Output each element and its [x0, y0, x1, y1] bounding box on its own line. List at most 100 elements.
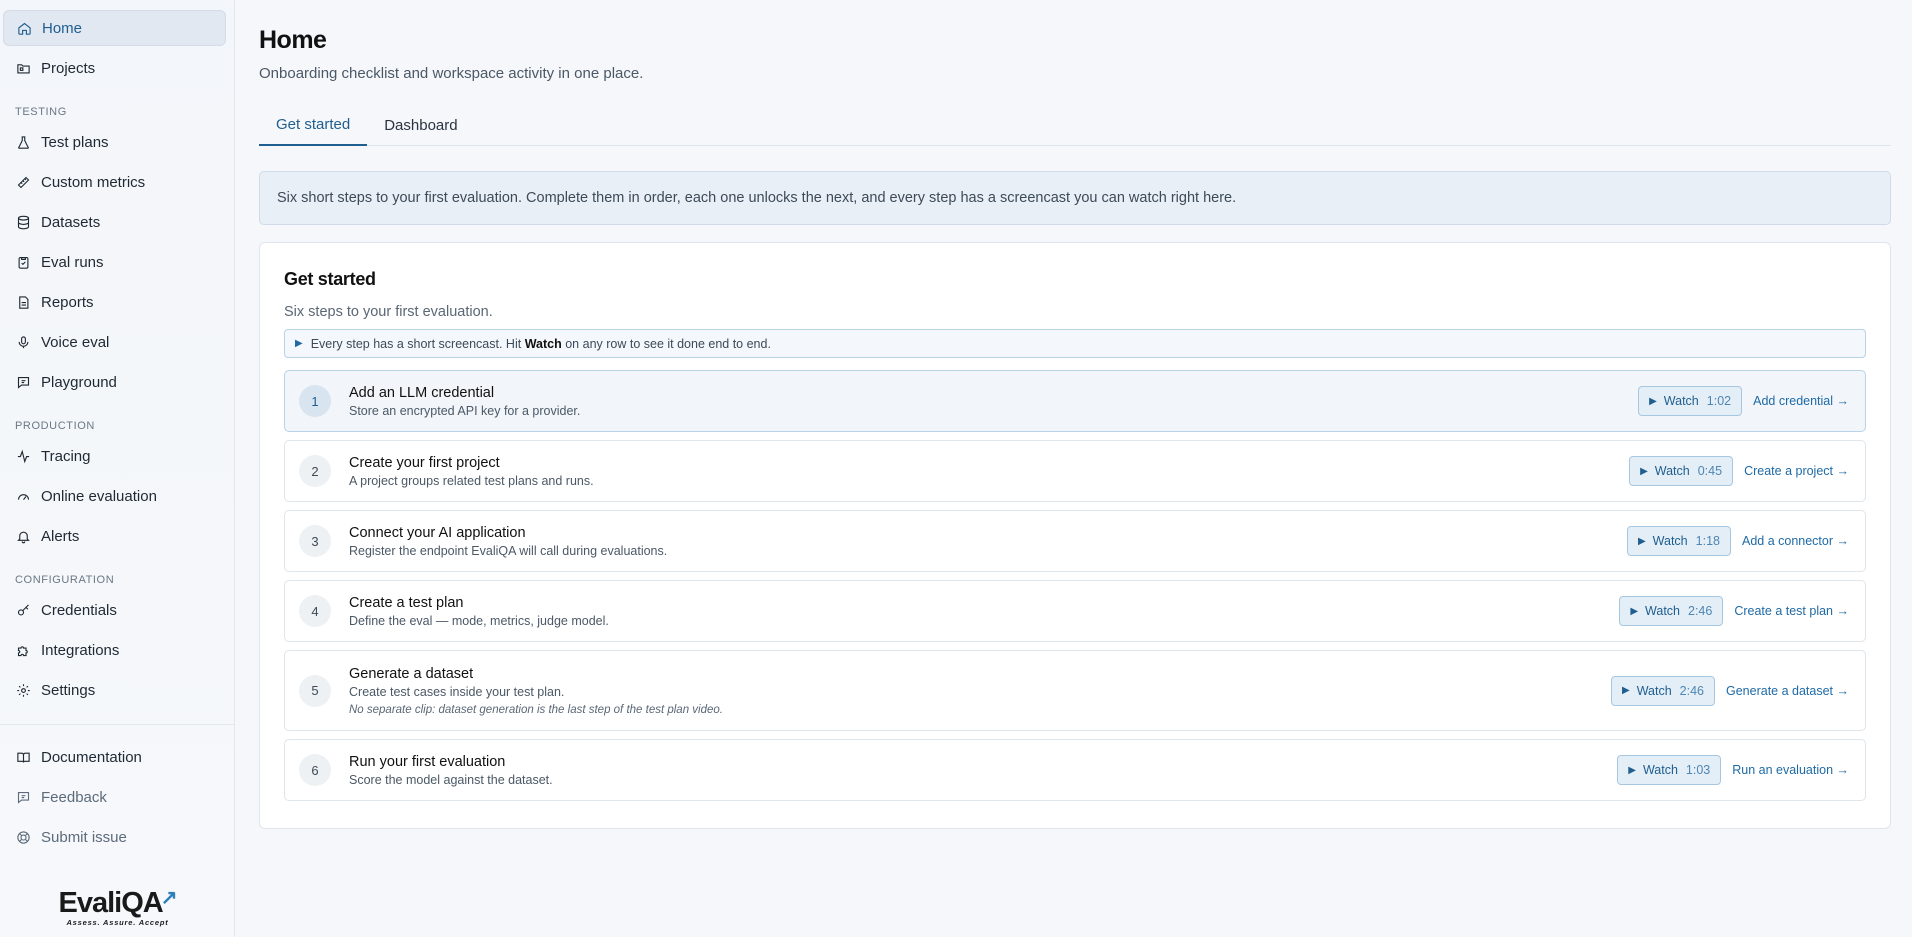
- sidebar-item-credentials[interactable]: Credentials: [3, 592, 226, 628]
- step-title: Create your first project: [349, 454, 500, 471]
- sidebar-item-label: Integrations: [41, 641, 120, 659]
- step-description: Score the model against the dataset.: [349, 772, 553, 787]
- ruler-icon: [15, 174, 31, 190]
- watch-button[interactable]: ▶ Watch 2:46: [1610, 675, 1715, 706]
- step-action-link[interactable]: Create a project →: [1744, 464, 1849, 478]
- watch-button[interactable]: ▶ Watch 0:45: [1629, 456, 1734, 486]
- gear-icon: [15, 682, 31, 698]
- sidebar-item-label: Tracing: [41, 447, 91, 465]
- step-title: Generate a dataset: [349, 665, 474, 682]
- play-icon: ▶: [1649, 395, 1657, 407]
- hint-text-post: on any row to see it done end to end.: [565, 336, 771, 351]
- section-label-production: PRODUCTION: [15, 420, 95, 432]
- watch-duration: 0:45: [1697, 464, 1723, 478]
- sidebar-item-label: Settings: [41, 681, 96, 699]
- sidebar-item-eval-runs[interactable]: Eval runs: [3, 244, 226, 280]
- watch-duration: 1:18: [1695, 534, 1720, 548]
- database-icon: [15, 214, 31, 230]
- play-icon: ▶: [295, 338, 303, 349]
- sidebar-item-integrations[interactable]: Integrations: [3, 632, 226, 668]
- watch-button[interactable]: ▶ Watch 1:18: [1626, 526, 1731, 556]
- tab-bar: Get started Dashboard: [259, 104, 1891, 146]
- sidebar-item-submit-issue[interactable]: Submit issue: [3, 819, 226, 855]
- report-icon: [15, 294, 31, 310]
- clipboard-check-icon: [15, 254, 31, 270]
- page-title: Home: [259, 26, 327, 54]
- step-description: A project groups related test plans and …: [349, 473, 594, 488]
- tab-get-started[interactable]: Get started: [259, 104, 368, 146]
- folder-icon: [15, 60, 31, 76]
- sidebar: Home Projects TESTING Test plans Custom …: [0, 0, 235, 937]
- card-title: Get started: [284, 269, 376, 289]
- section-label-testing: TESTING: [15, 106, 67, 118]
- sidebar-item-home[interactable]: Home: [3, 10, 226, 46]
- step-action-link[interactable]: Add a connector →: [1742, 534, 1849, 548]
- sidebar-item-datasets[interactable]: Datasets: [3, 204, 226, 240]
- step-number: 3: [299, 525, 331, 557]
- step-number: 4: [299, 595, 331, 627]
- logo-word-qa: QA: [121, 887, 163, 919]
- key-icon: [15, 602, 31, 618]
- sidebar-item-feedback[interactable]: Feedback: [3, 779, 226, 815]
- sidebar-item-label: Submit issue: [41, 828, 127, 846]
- sidebar-item-tracing[interactable]: Tracing: [3, 438, 226, 474]
- step-action-link[interactable]: Run an evaluation →: [1732, 763, 1849, 777]
- step-note: No separate clip: dataset generation is …: [349, 703, 723, 716]
- sidebar-item-projects[interactable]: Projects: [3, 50, 226, 86]
- sidebar-item-settings[interactable]: Settings: [3, 672, 226, 708]
- sidebar-item-label: Custom metrics: [41, 173, 146, 191]
- sidebar-item-online-evaluation[interactable]: Online evaluation: [3, 478, 226, 514]
- bell-icon: [15, 528, 31, 544]
- activity-icon: [15, 448, 31, 464]
- sidebar-item-test-plans[interactable]: Test plans: [3, 124, 226, 160]
- sidebar-item-alerts[interactable]: Alerts: [3, 518, 226, 554]
- sidebar-item-label: Alerts: [41, 527, 80, 545]
- watch-label: Watch: [1645, 604, 1680, 618]
- sidebar-item-voice-eval[interactable]: Voice eval: [3, 324, 226, 360]
- hint-text-pre: Every step has a short screencast. Hit: [310, 336, 522, 351]
- sidebar-item-custom-metrics[interactable]: Custom metrics: [3, 164, 226, 200]
- message-icon: [15, 789, 31, 805]
- step-row: 1 Add an LLM credential Store an encrypt…: [284, 370, 1866, 432]
- sidebar-item-label: Online evaluation: [41, 487, 157, 505]
- sidebar-item-label: Voice eval: [41, 333, 110, 351]
- watch-button[interactable]: ▶ Watch 1:02: [1638, 386, 1743, 416]
- step-title: Connect your AI application: [349, 524, 526, 541]
- section-label-configuration: CONFIGURATION: [15, 574, 115, 586]
- screencast-hint: ▶ Every step has a short screencast. Hit…: [284, 329, 1866, 358]
- play-icon: ▶: [1637, 535, 1646, 547]
- watch-label: Watch: [1663, 394, 1699, 408]
- watch-duration: 1:03: [1685, 763, 1711, 777]
- step-action-link[interactable]: Create a test plan →: [1734, 604, 1849, 618]
- step-number: 5: [299, 674, 331, 707]
- logo-word: Evali: [58, 887, 123, 919]
- arrow-up-right-icon: ↗: [160, 887, 178, 909]
- lifebuoy-icon: [15, 829, 31, 845]
- sidebar-item-label: Playground: [41, 373, 117, 391]
- watch-button[interactable]: ▶ Watch 2:46: [1619, 596, 1724, 626]
- step-number: 2: [299, 455, 331, 487]
- watch-label: Watch: [1636, 683, 1672, 698]
- watch-label: Watch: [1642, 763, 1678, 777]
- step-number: 1: [299, 385, 331, 417]
- sidebar-item-label: Credentials: [41, 601, 117, 619]
- watch-label: Watch: [1652, 534, 1688, 548]
- sidebar-item-playground[interactable]: Playground: [3, 364, 226, 400]
- home-icon: [16, 20, 32, 36]
- sidebar-item-reports[interactable]: Reports: [3, 284, 226, 320]
- tab-dashboard[interactable]: Dashboard: [367, 104, 474, 146]
- step-description: Create test cases inside your test plan.: [349, 684, 565, 699]
- sidebar-item-label: Test plans: [41, 133, 109, 151]
- watch-duration: 1:02: [1706, 394, 1732, 408]
- step-action-link[interactable]: Add credential →: [1753, 394, 1849, 408]
- intro-banner: Six short steps to your first evaluation…: [259, 171, 1891, 225]
- watch-button[interactable]: ▶ Watch 1:03: [1617, 755, 1722, 785]
- gauge-icon: [15, 488, 31, 504]
- step-number: 6: [299, 754, 331, 786]
- step-row: 6 Run your first evaluation Score the mo…: [284, 739, 1866, 801]
- sidebar-item-documentation[interactable]: Documentation: [3, 739, 226, 775]
- sidebar-item-label: Documentation: [41, 748, 142, 766]
- step-row: 5 Generate a dataset Create test cases i…: [284, 650, 1866, 731]
- step-action-link[interactable]: Generate a dataset →: [1726, 684, 1849, 698]
- chat-icon: [15, 374, 31, 390]
